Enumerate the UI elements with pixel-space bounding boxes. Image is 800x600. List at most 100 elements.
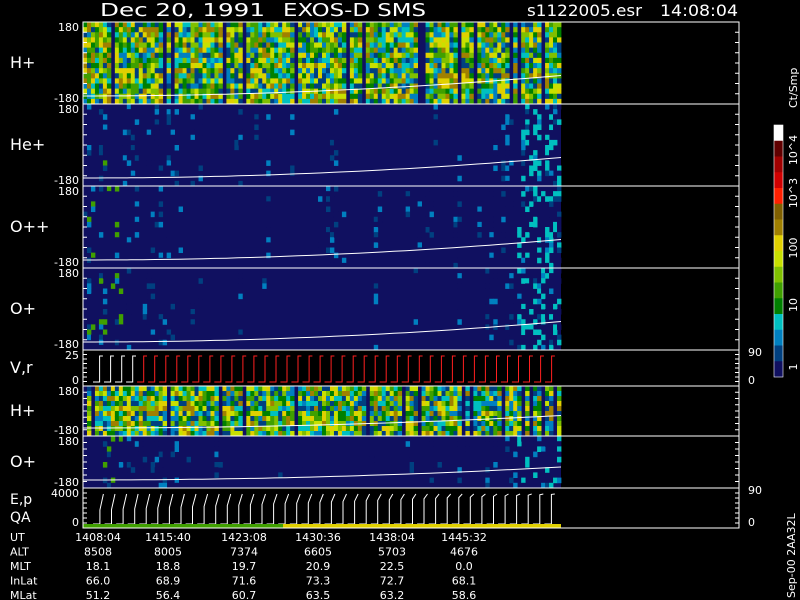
heatmap-cell [493, 309, 498, 315]
heatmap-cell [134, 47, 140, 54]
heatmap-cell [501, 68, 506, 74]
heatmap-cell [130, 411, 136, 417]
line-trace [116, 493, 128, 525]
heatmap-cell [278, 37, 283, 43]
heatmap-cell [505, 37, 510, 43]
heatmap-cell [373, 391, 379, 397]
heatmap-cell [425, 191, 430, 197]
heatmap-cell [501, 37, 506, 43]
heatmap-cell [409, 406, 415, 412]
heatmap-cell [146, 314, 152, 320]
heatmap-cell [290, 57, 295, 64]
heatmap-cell [90, 47, 96, 54]
heatmap-cell [361, 396, 367, 402]
heatmap-cell [138, 27, 144, 33]
heatmap-cell [405, 426, 411, 432]
heatmap-cell [353, 78, 359, 84]
heatmap-cell [266, 386, 271, 392]
heatmap-cell [341, 421, 347, 427]
heatmap-cell [549, 426, 554, 432]
heatmap-cell [445, 52, 450, 59]
heatmap-cell [377, 73, 383, 79]
heatmap-cell [537, 441, 542, 447]
table-cell: 72.7 [380, 575, 405, 588]
heatmap-cell [329, 129, 335, 136]
heatmap-cell [306, 57, 311, 64]
heatmap-cell [537, 93, 542, 100]
line-trace [393, 493, 405, 525]
heatmap-cell [290, 37, 295, 43]
heatmap-cell [537, 211, 542, 218]
heatmap-cell [513, 27, 518, 33]
heatmap-cell [302, 416, 307, 422]
heatmap-cell [385, 37, 391, 43]
heatmap-cell [286, 57, 291, 64]
heatmap-cell [377, 37, 383, 43]
heatmap-cell [83, 83, 88, 90]
heatmap-cell [202, 32, 207, 38]
heatmap-cell [86, 78, 92, 84]
heatmap-cell [86, 319, 92, 325]
heatmap-cell [250, 32, 255, 38]
heatmap-cell [465, 73, 470, 79]
heatmap-cell [409, 68, 415, 74]
heatmap-cell [134, 155, 140, 161]
heatmap-cell [533, 196, 538, 202]
line-trace [104, 355, 114, 383]
heatmap-cell [425, 22, 430, 28]
heatmap-cell [397, 83, 403, 90]
heatmap-cell [262, 401, 267, 407]
heatmap-cell [318, 42, 323, 49]
heatmap-cell [449, 63, 454, 69]
heatmap-cell [202, 386, 207, 392]
heatmap-cell [83, 22, 88, 28]
heatmap-cell [533, 83, 538, 90]
heatmap-cell [385, 426, 391, 432]
heatmap-cell [409, 462, 415, 468]
heatmap-cell [298, 42, 303, 49]
heatmap-cell [389, 52, 395, 59]
heatmap-cell [98, 165, 104, 172]
heatmap-cell [142, 268, 148, 274]
heatmap-cell [377, 401, 383, 407]
heatmap-cell [449, 47, 454, 54]
heatmap-cell [405, 416, 411, 422]
heatmap-cell [413, 426, 418, 432]
heatmap-cell [429, 93, 434, 100]
heatmap-cell [549, 268, 554, 274]
heatmap-cell [425, 426, 430, 432]
heatmap-cell [465, 83, 470, 90]
heatmap-cell [290, 165, 295, 172]
heatmap-cell [373, 411, 379, 417]
heatmap-cell [162, 426, 168, 432]
line-trace [115, 355, 125, 383]
heatmap-cell [377, 78, 383, 84]
heatmap-cell [425, 32, 430, 38]
heatmap-cell [238, 52, 243, 59]
heatmap-cell [433, 47, 438, 54]
heatmap-cell [262, 406, 267, 412]
heatmap-cell [210, 73, 215, 79]
heatmap-cell [477, 426, 482, 432]
heatmap-cell [102, 114, 108, 120]
heatmap-cell [270, 83, 275, 90]
heatmap-cell [150, 334, 156, 341]
heatmap-cell [122, 78, 128, 84]
heatmap-cell [381, 78, 387, 84]
heatmap-cell [497, 78, 502, 84]
heatmap-cell [545, 47, 550, 54]
heatmap-cell [102, 283, 108, 289]
heatmap-cell [146, 160, 152, 166]
colorbar-label: 100 [787, 238, 800, 259]
heatmap-cell [226, 78, 231, 84]
heatmap-cell [130, 462, 136, 468]
heatmap-cell [413, 386, 418, 392]
heatmap-cell [102, 68, 108, 74]
heatmap-cell [333, 37, 339, 43]
heatmap-cell [86, 83, 92, 90]
heatmap-cell [138, 386, 144, 392]
heatmap-cell [170, 441, 176, 447]
heatmap-cell [353, 426, 359, 432]
heatmap-cell [549, 139, 554, 146]
heatmap-cell [497, 421, 502, 427]
